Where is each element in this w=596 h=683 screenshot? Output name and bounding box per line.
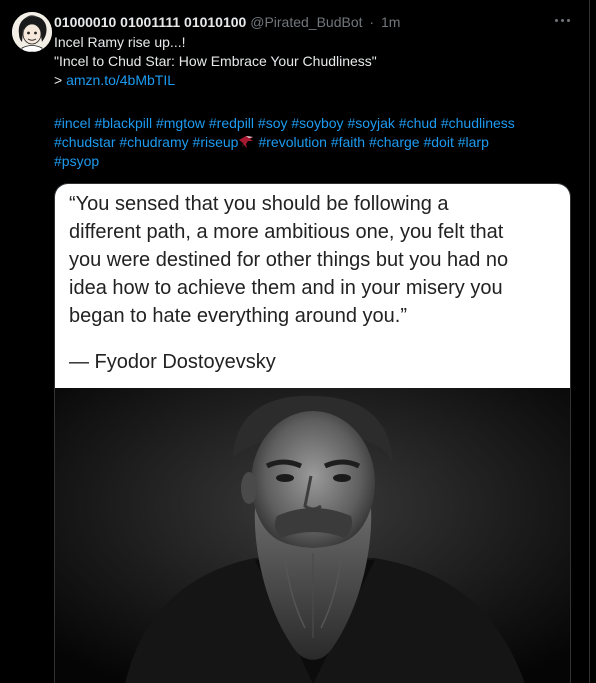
quote-line: you were destined for other things but y…	[69, 249, 509, 271]
link-prefix: >	[54, 72, 67, 88]
more-dot-icon	[560, 18, 564, 22]
hashtag[interactable]: #chud	[399, 115, 437, 131]
scrollbar[interactable]	[591, 0, 596, 683]
hashtag[interactable]: #chudliness	[441, 115, 515, 131]
hashtag[interactable]: #doit	[423, 134, 453, 150]
avatar[interactable]	[12, 12, 52, 52]
hashtag[interactable]: #soyboy	[291, 115, 343, 131]
hashtag[interactable]: #blackpill	[94, 115, 152, 131]
hashtag[interactable]: #soy	[258, 115, 288, 131]
avatar-cartoon-icon	[12, 12, 52, 52]
timestamp[interactable]: 1m	[381, 14, 400, 30]
more-dot-icon	[566, 18, 570, 22]
hashtag[interactable]: #revolution	[258, 134, 327, 150]
hashtag[interactable]: #riseup	[193, 134, 239, 150]
portrait-photo	[55, 388, 570, 683]
hashtag-line: #chudstar #chudramy #riseup #revolution …	[54, 133, 564, 152]
tweet-text: Incel Ramy rise up...! "Incel to Chud St…	[54, 33, 554, 90]
hashtag[interactable]: #chudramy	[119, 134, 188, 150]
tweet-header: 01000010 01001111 01010100 @Pirated_BudB…	[54, 12, 544, 32]
more-dot-icon	[554, 18, 558, 22]
quote-line: different path, a more ambitious one, yo…	[69, 221, 504, 243]
author-name[interactable]: 01000010 01001111 01010100	[54, 14, 246, 30]
author-handle[interactable]: @Pirated_BudBot	[250, 14, 362, 30]
portrait-figure-icon	[55, 388, 570, 683]
tweet-container[interactable]: 01000010 01001111 01010100 @Pirated_BudB…	[0, 0, 590, 683]
hashtag[interactable]: #faith	[331, 134, 365, 150]
separator-dot: ·	[369, 14, 375, 30]
hashtag[interactable]: #larp	[458, 134, 489, 150]
quote-text: “You sensed that you should be following…	[69, 190, 559, 330]
hashtag[interactable]: #soyjak	[347, 115, 394, 131]
tweet-text-line: Incel Ramy rise up...!	[54, 34, 186, 50]
tweet-media[interactable]: “You sensed that you should be following…	[54, 183, 571, 683]
quote-image: “You sensed that you should be following…	[55, 184, 570, 388]
external-link[interactable]: amzn.to/4bMbTIL	[66, 72, 175, 88]
hashtag-block: #incel #blackpill #mgtow #redpill #soy #…	[54, 114, 564, 171]
hashtag-line: #incel #blackpill #mgtow #redpill #soy #…	[54, 114, 564, 133]
quote-line: “You sensed that you should be following…	[69, 193, 449, 215]
hashtag-line: #psyop	[54, 152, 564, 171]
quote-line: idea how to achieve them and in your mis…	[69, 277, 503, 299]
falcon-emoji-icon	[239, 136, 254, 148]
hashtag[interactable]: #chudstar	[54, 134, 115, 150]
quote-author: — Fyodor Dostoyevsky	[69, 351, 276, 373]
hashtag[interactable]: #mgtow	[156, 115, 205, 131]
tweet-text-line: "Incel to Chud Star: How Embrace Your Ch…	[54, 53, 377, 69]
tweet-link-line: > amzn.to/4bMbTIL	[54, 71, 554, 90]
hashtag[interactable]: #charge	[369, 134, 420, 150]
hashtag[interactable]: #psyop	[54, 153, 99, 169]
more-options-button[interactable]	[550, 8, 574, 32]
hashtag[interactable]: #redpill	[209, 115, 254, 131]
hashtag[interactable]: #incel	[54, 115, 91, 131]
quote-line: began to hate everything around you.”	[69, 305, 408, 327]
